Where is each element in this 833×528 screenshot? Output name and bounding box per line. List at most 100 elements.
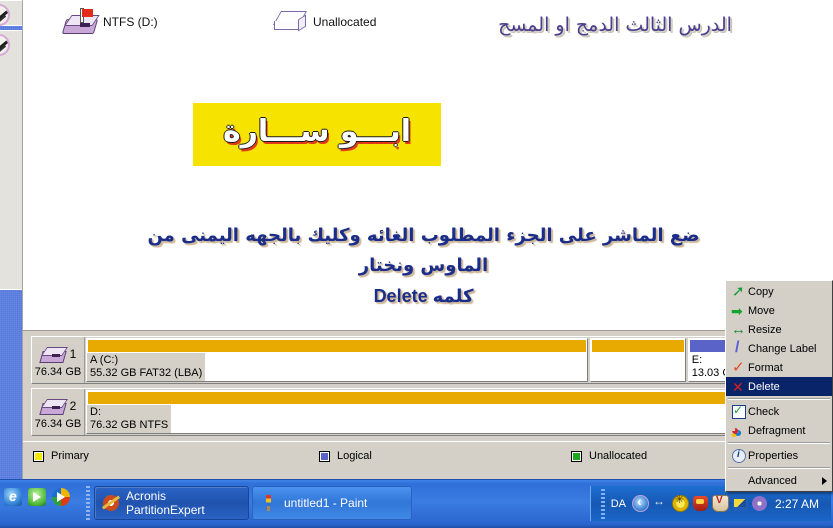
partition-c[interactable]: A (C:) 55.32 GB FAT32 (LBA) [86, 338, 588, 382]
partition-d[interactable]: D: 76.32 GB NTFS [86, 390, 824, 434]
menu-separator [728, 398, 830, 400]
partition-strip: A (C:) 55.32 GB FAT32 (LBA) E: 13.03 [85, 337, 825, 383]
legend-label-unallocated: Unallocated [589, 450, 648, 462]
wizard-icon-1 [0, 4, 10, 26]
gear-icon[interactable] [671, 493, 689, 512]
resize-icon [731, 321, 747, 338]
menu-label: Move [748, 304, 775, 317]
properties-icon [732, 449, 746, 463]
disk-size: 76.34 GB [34, 418, 82, 430]
acronis-partition-expert-window: NTFS (D:) Unallocated الدرس الثالث الدمج… [22, 0, 833, 479]
partition-unnamed[interactable] [589, 338, 686, 382]
taskbar: Acronis PartitionExpert untitled1 - Pain… [0, 479, 833, 528]
taskbar-grip[interactable] [86, 486, 90, 520]
menu-item-advanced[interactable]: Advanced [726, 471, 832, 490]
legend-swatch-primary [33, 450, 44, 462]
shortcut-ntfs-d[interactable]: NTFS (D:) [61, 8, 158, 36]
back-icon[interactable] [631, 493, 649, 512]
menu-item-change-label[interactable]: Change Label [726, 339, 832, 358]
disk-number: 2 [69, 399, 77, 413]
delete-icon [731, 379, 747, 396]
menu-label: Defragment [748, 424, 806, 437]
partition-context-menu[interactable]: Copy Move Resize Change Label Format Del… [725, 280, 833, 492]
media-player-icon[interactable] [28, 488, 46, 506]
yellow-banner: ابـــو ســـارة [193, 103, 441, 166]
wizard-panel-strip-2[interactable] [0, 30, 23, 290]
menu-item-check[interactable]: Check [726, 402, 832, 421]
unallocated-cube-icon [272, 9, 308, 35]
disk-row[interactable]: 1 76.34 GB A (C:) 55.32 GB FAT32 (LBA) E… [31, 336, 826, 384]
instruction-line-1: ضع الماشر على الجزء المطلوب الغائه وكليك… [147, 225, 700, 276]
ntfs-drive-icon [61, 8, 100, 36]
flag-icon[interactable] [732, 496, 748, 511]
hard-disk-icon [38, 396, 68, 416]
menu-label: Check [748, 405, 780, 418]
format-icon [731, 358, 747, 376]
legend-swatch-unallocated [571, 450, 582, 462]
label-icon [731, 339, 747, 357]
quick-launch-bar [4, 488, 70, 506]
partition-usage-bar [88, 340, 586, 352]
workspace-canvas: NTFS (D:) Unallocated الدرس الثالث الدمج… [23, 0, 833, 331]
partition-info: D: 76.32 GB NTFS [87, 405, 172, 433]
taskbar-button-label: Acronis PartitionExpert [126, 489, 205, 517]
menu-item-properties[interactable]: Properties [726, 446, 832, 465]
legend-label-logical: Logical [337, 450, 372, 462]
disk-row[interactable]: 2 76.34 GB D: 76.32 GB NTFS [31, 388, 826, 436]
language-indicator[interactable]: DA [609, 498, 628, 510]
legend-bar: Primary Logical Unallocated [23, 441, 833, 479]
shield-icon[interactable] [692, 496, 708, 511]
menu-label: Copy [748, 285, 774, 298]
network-icon[interactable] [653, 494, 668, 511]
wizard-panel-strip-1[interactable] [0, 0, 23, 26]
partition-info: A (C:) 55.32 GB FAT32 (LBA) [87, 353, 206, 381]
taskbar-button-paint[interactable]: untitled1 - Paint [252, 486, 412, 520]
disk-header[interactable]: 2 76.34 GB [32, 389, 85, 435]
menu-item-delete[interactable]: Delete [726, 377, 832, 396]
menu-item-copy[interactable]: Copy [726, 282, 832, 301]
partition-name: D: [90, 406, 101, 418]
disk-size: 76.34 GB [34, 366, 82, 378]
acronis-icon [103, 495, 119, 511]
instruction-word: كلمه [432, 286, 474, 307]
menu-item-move[interactable]: Move [726, 301, 832, 320]
menu-separator [728, 442, 830, 444]
menu-label: Format [748, 361, 783, 374]
menu-label: Properties [748, 449, 799, 462]
paint-icon [261, 495, 277, 511]
menu-item-defragment[interactable]: Defragment [726, 421, 832, 440]
taskbar-button-acronis[interactable]: Acronis PartitionExpert [94, 486, 249, 520]
wizard-icon-2 [0, 34, 10, 56]
defragment-icon [731, 422, 747, 439]
tray-grip[interactable] [600, 488, 605, 519]
taskbar-button-label: untitled1 - Paint [284, 496, 368, 510]
menu-label: Delete [748, 380, 780, 393]
firefox-icon[interactable] [52, 488, 70, 506]
menu-item-resize[interactable]: Resize [726, 320, 832, 339]
hard-disk-icon [38, 344, 68, 364]
antivirus-icon[interactable] [711, 495, 729, 512]
partition-usage-bar [88, 392, 822, 404]
legend-item-primary: Primary [33, 450, 89, 462]
partition-info [591, 353, 685, 355]
menu-label: Change Label [748, 342, 817, 355]
disk-header[interactable]: 1 76.34 GB [32, 337, 85, 383]
disk-map-panel: 1 76.34 GB A (C:) 55.32 GB FAT32 (LBA) E… [23, 331, 833, 441]
shortcut-unallocated[interactable]: Unallocated [272, 9, 376, 35]
internet-explorer-icon[interactable] [4, 488, 22, 506]
shortcut-label: NTFS (D:) [103, 15, 158, 29]
instruction-keyword: Delete [373, 286, 428, 306]
menu-item-format[interactable]: Format [726, 358, 832, 377]
partition-usage-bar [591, 340, 684, 352]
move-icon [731, 303, 747, 320]
legend-swatch-logical [319, 450, 330, 462]
disc-icon[interactable] [751, 496, 767, 511]
legend-label-primary: Primary [51, 450, 89, 462]
legend-item-logical: Logical [319, 450, 372, 462]
check-icon [732, 403, 746, 419]
copy-icon [731, 282, 747, 300]
clock[interactable]: 2:27 AM [771, 497, 825, 511]
disk-number: 1 [69, 347, 77, 361]
menu-separator [728, 467, 830, 469]
menu-label: Resize [748, 323, 782, 336]
